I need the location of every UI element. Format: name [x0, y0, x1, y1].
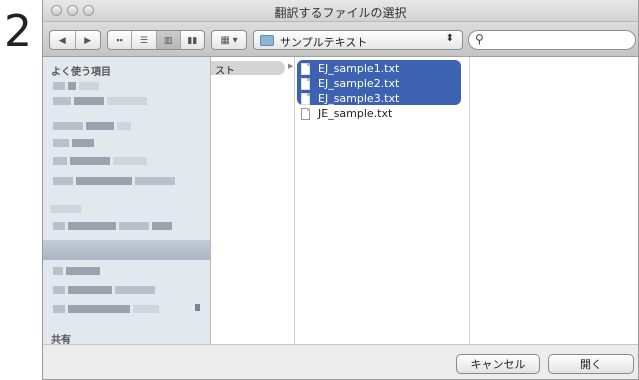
file-item[interactable]: EJ_sample3.txt [301, 91, 399, 106]
file-name: EJ_sample1.txt [318, 62, 400, 75]
search-input[interactable]: ⚲ [468, 30, 636, 50]
arrange-menu-button[interactable]: ▦ ▾ [211, 30, 247, 50]
sidebar-favorites-header: よく使う項目 [51, 67, 111, 78]
arrange-icon: ▦ ▾ [220, 34, 238, 46]
file-item[interactable]: JE_sample.txt [301, 106, 392, 121]
column-view-icon: ▥ [163, 34, 173, 45]
text-file-icon [301, 62, 310, 75]
sidebar-item[interactable] [53, 267, 100, 275]
sidebar-item[interactable] [53, 305, 159, 313]
file-name: EJ_sample2.txt [318, 77, 400, 90]
path-label: サンプルテキスト [280, 36, 368, 49]
file-item[interactable]: EJ_sample1.txt [301, 61, 399, 76]
eject-icon[interactable] [195, 304, 200, 311]
cancel-button[interactable]: キャンセル [456, 354, 540, 374]
title-bar: 翻訳するファイルの選択 [43, 0, 638, 22]
list-view-icon: ☰ [139, 34, 148, 45]
icon-view-button[interactable]: ▪▪ [108, 31, 131, 49]
text-file-icon [301, 107, 310, 120]
sidebar-shared-header: 共有 [51, 335, 71, 344]
path-popup-menu[interactable]: サンプルテキスト ⬍ [253, 30, 463, 50]
sidebar-item[interactable] [53, 139, 94, 147]
toolbar: ◀ ▶ ▪▪ ☰ ▥ ▮▮ ▦ ▾ サンプルテキスト ⬍ ⚲ [43, 22, 638, 57]
sidebar-item-selected[interactable] [43, 240, 210, 260]
list-view-button[interactable]: ☰ [132, 31, 155, 49]
browser-column-empty [470, 57, 638, 344]
view-mode-segmented-control: ▪▪ ☰ ▥ ▮▮ [107, 30, 205, 50]
browser-column-files: EJ_sample1.txt EJ_sample2.txt EJ_sample3… [295, 57, 470, 344]
browser-column-parent: スト ▶ [211, 57, 295, 344]
text-file-icon [301, 77, 310, 90]
folder-icon [260, 35, 274, 46]
icon-view-icon: ▪▪ [116, 35, 123, 45]
column-view-button[interactable]: ▥ [156, 31, 180, 49]
forward-button[interactable]: ▶ [76, 31, 101, 49]
chevron-left-icon: ◀ [58, 34, 66, 45]
sidebar-item[interactable] [53, 157, 147, 165]
back-forward-buttons: ◀ ▶ [49, 30, 101, 50]
file-name: EJ_sample3.txt [318, 92, 400, 105]
step-number: 2 [4, 6, 32, 57]
dialog-button-bar: キャンセル 開く [43, 344, 638, 379]
search-icon: ⚲ [475, 32, 484, 46]
disclosure-arrow-icon: ▶ [288, 63, 294, 70]
column-item-label: スト [215, 66, 235, 77]
file-open-dialog: 翻訳するファイルの選択 ◀ ▶ ▪▪ ☰ ▥ ▮▮ ▦ ▾ サンプルテキスト ⬍… [42, 0, 639, 380]
sidebar: よく使う項目 共有 [43, 57, 211, 344]
sidebar-section-header [51, 205, 81, 213]
updown-arrow-icon: ⬍ [445, 33, 454, 44]
file-name: JE_sample.txt [318, 107, 393, 120]
text-file-icon [301, 92, 310, 105]
coverflow-view-icon: ▮▮ [187, 34, 198, 45]
sidebar-item[interactable] [53, 82, 99, 90]
sidebar-item[interactable] [53, 122, 131, 130]
sidebar-item[interactable] [53, 222, 172, 230]
chevron-right-icon: ▶ [84, 34, 92, 45]
open-button[interactable]: 開く [548, 354, 634, 374]
file-item[interactable]: EJ_sample2.txt [301, 76, 399, 91]
sidebar-item[interactable] [53, 286, 155, 294]
sidebar-item[interactable] [53, 97, 147, 105]
coverflow-view-button[interactable]: ▮▮ [181, 31, 204, 49]
column-item-selected[interactable]: スト [211, 61, 285, 77]
window-title: 翻訳するファイルの選択 [274, 6, 407, 20]
sidebar-item[interactable] [53, 177, 175, 185]
back-button[interactable]: ◀ [50, 31, 75, 49]
